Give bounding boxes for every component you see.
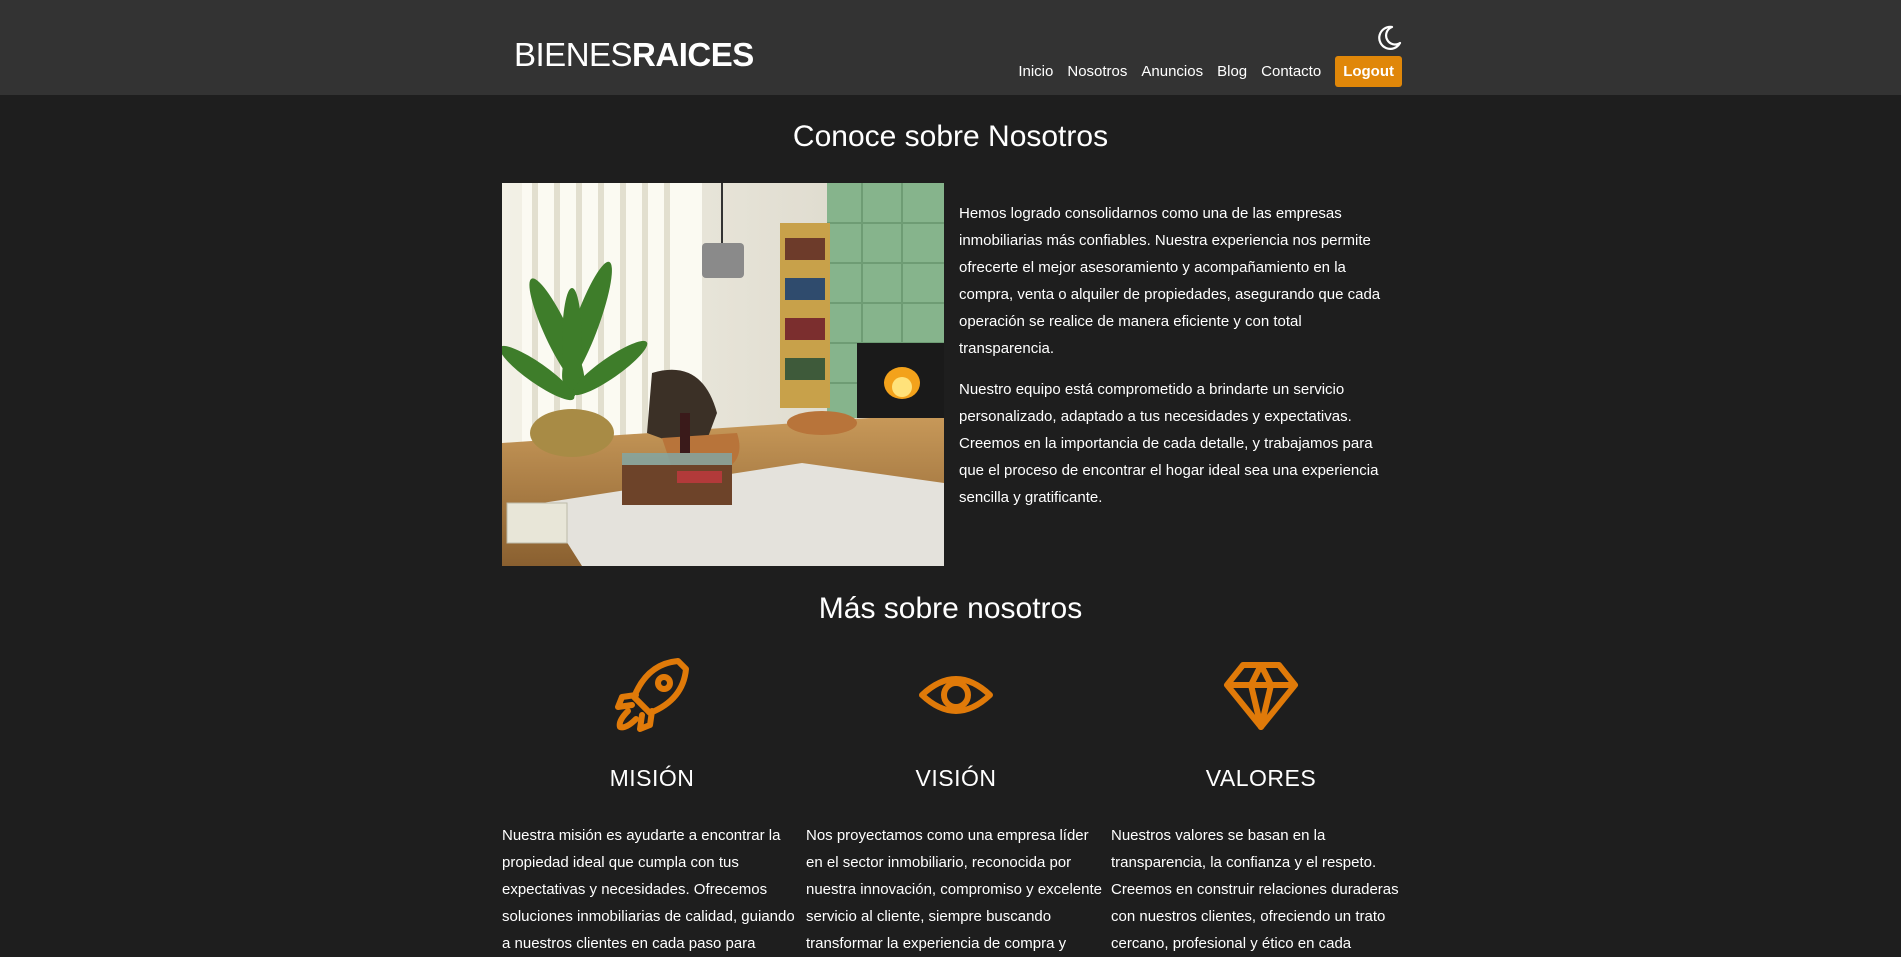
- feature-mision: MISIÓN Nuestra misión es ayudarte a enco…: [502, 655, 802, 957]
- living-room-image: [502, 183, 944, 566]
- about-title: Conoce sobre Nosotros: [792, 120, 1109, 153]
- logo-light-text: BIENES: [514, 36, 633, 73]
- nav-link-nosotros[interactable]: Nosotros: [1067, 63, 1127, 80]
- nav-link-inicio[interactable]: Inicio: [1018, 63, 1053, 80]
- logo-bold-text: RAICES: [632, 36, 754, 73]
- site-logo[interactable]: BIENESRAICES: [514, 36, 754, 74]
- diamond-icon: [1224, 662, 1298, 730]
- logout-button[interactable]: Logout: [1335, 56, 1402, 87]
- about-text: Hemos logrado consolidarnos como una de …: [959, 200, 1399, 525]
- feature-vision-title: VISIÓN: [915, 765, 997, 791]
- nav-link-blog[interactable]: Blog: [1217, 63, 1247, 80]
- rocket-icon: [615, 658, 689, 732]
- feature-mision-title: MISIÓN: [609, 765, 695, 791]
- site-header: BIENESRAICES Inicio Nosotros Anuncios Bl…: [0, 0, 1901, 95]
- feature-vision-text: Nos proyectamos como una empresa líder e…: [806, 827, 1102, 952]
- feature-valores-text: Nuestros valores se basan en la transpar…: [1111, 827, 1399, 952]
- main-nav: Inicio Nosotros Anuncios Blog Contacto L…: [1004, 56, 1402, 87]
- nav-link-anuncios[interactable]: Anuncios: [1141, 63, 1203, 80]
- feature-valores-title: VALORES: [1205, 765, 1317, 791]
- about-paragraph-2: Nuestro equipo está comprometido a brind…: [959, 381, 1379, 506]
- feature-valores: VALORES Nuestros valores se basan en la …: [1111, 655, 1411, 957]
- feature-vision: VISIÓN Nos proyectamos como una empresa …: [806, 655, 1106, 957]
- about-paragraph-1: Hemos logrado consolidarnos como una de …: [959, 205, 1381, 357]
- more-title: Más sobre nosotros: [818, 592, 1083, 625]
- feature-mision-text: Nuestra misión es ayudarte a encontrar l…: [502, 827, 795, 952]
- moon-icon[interactable]: [1376, 25, 1402, 51]
- nav-link-contacto[interactable]: Contacto: [1261, 63, 1321, 80]
- eye-icon: [919, 676, 993, 714]
